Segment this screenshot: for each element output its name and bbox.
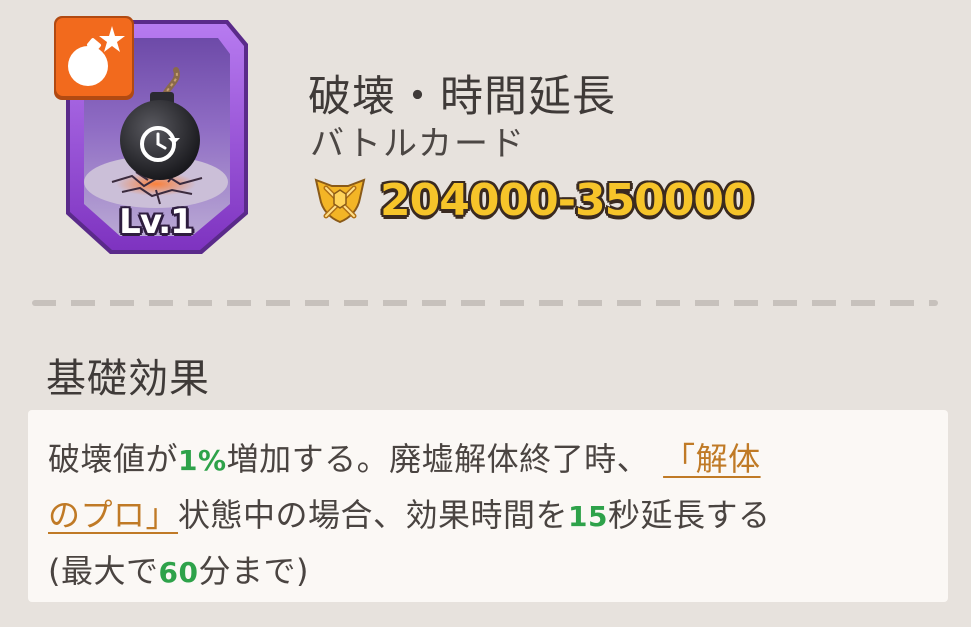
card-type-label: バトルカード: [310, 124, 526, 164]
card-level-label: Lv.1: [119, 202, 194, 242]
score-range-row: 204000-350000: [312, 172, 754, 228]
effect-text: 秒延長する: [608, 496, 771, 534]
status-link-demolition-pro[interactable]: のプロ」: [48, 496, 178, 534]
effect-line-3: (最大で60分まで): [48, 546, 309, 592]
effect-text: 増加する。廃墟解体終了時、: [226, 440, 650, 478]
crossed-swords-shield-icon: [314, 178, 366, 224]
dashed-divider: [32, 300, 938, 306]
score-range-value: 204000-350000: [380, 174, 754, 226]
effect-text: (最大で: [48, 552, 159, 590]
effect-text: 状態中の場合、効果時間を: [178, 496, 569, 534]
effect-text: 分まで): [198, 552, 309, 590]
effect-line-2: のプロ」状態中の場合、効果時間を15秒延長する: [48, 490, 771, 536]
effect-value-seconds: 15: [568, 500, 608, 533]
battle-card[interactable]: Lv.1: [52, 14, 248, 262]
card-title: 破壊・時間延長: [308, 72, 616, 122]
status-link-demolition-pro[interactable]: 「解体: [663, 440, 761, 478]
effect-description-panel: 破壊値が1%増加する。廃墟解体終了時、 「解体 のプロ」状態中の場合、効果時間を1…: [28, 410, 948, 602]
bomb-star-icon: [54, 16, 134, 100]
effect-text: 破壊値が: [48, 440, 179, 478]
effect-line-1: 破壊値が1%増加する。廃墟解体終了時、 「解体: [48, 434, 761, 480]
effect-value-percent: 1%: [178, 444, 227, 477]
effect-value-max-minutes: 60: [158, 556, 199, 589]
section-heading: 基礎効果: [46, 356, 210, 402]
